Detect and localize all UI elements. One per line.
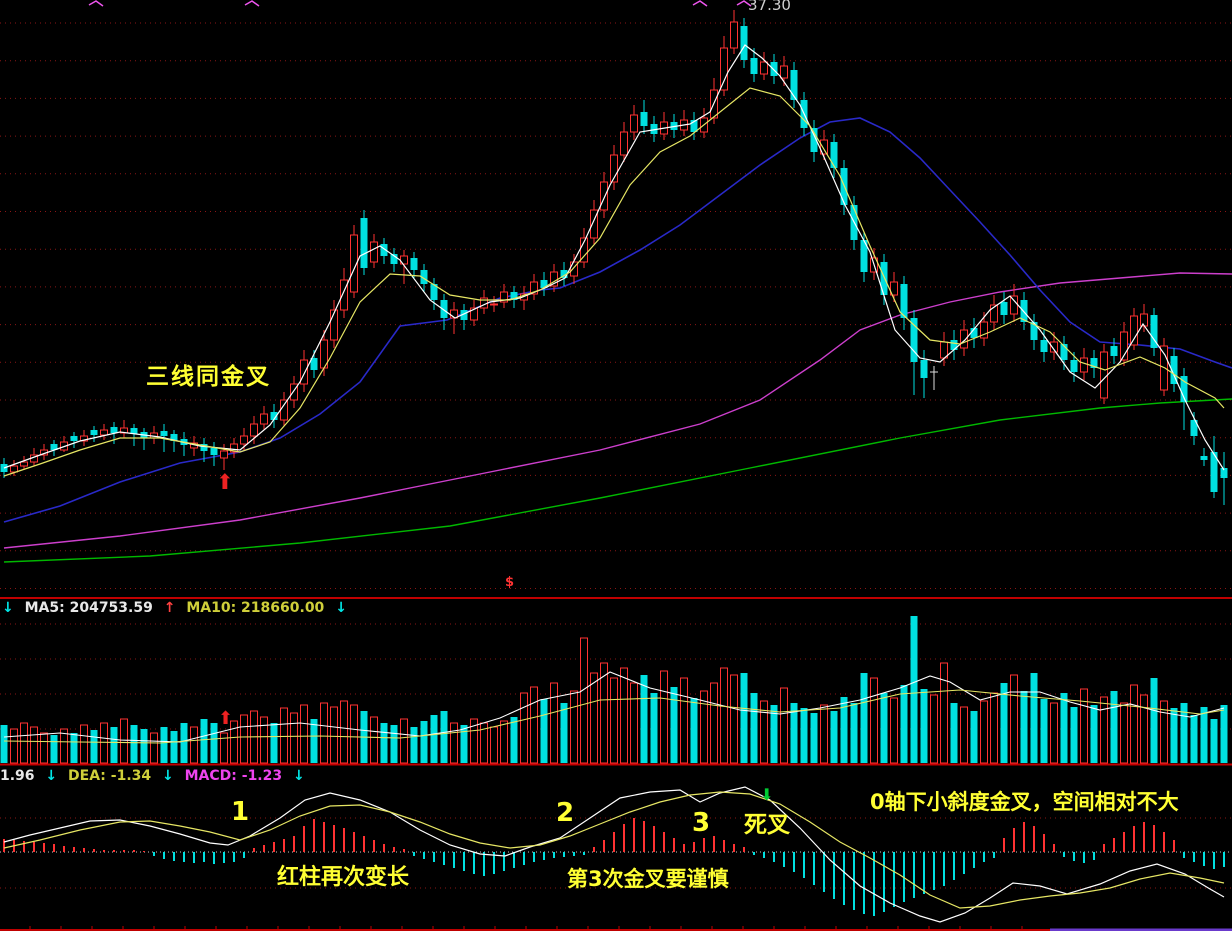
golden-cross-count-2: 2: [556, 800, 574, 826]
macd-header: 1.96 ↓ DEA: -1.34 ↓ MACD: -1.23 ↓: [0, 768, 311, 784]
stock-chart-app: 三线同金叉 37.30 ⬆ $ ↓ MA5: 204753.59 ↑ MA10:…: [0, 0, 1232, 931]
note-zero-axis: 0轴下小斜度金叉，空间相对不大: [870, 792, 1179, 813]
down-arrow-icon: ↓: [162, 768, 174, 784]
golden-cross-count-3: 3: [692, 810, 710, 836]
down-arrow-icon: ↓: [335, 600, 347, 616]
volume-up-arrow-icon: ⬆: [218, 710, 233, 728]
macd-value: MACD: -1.23: [185, 768, 283, 784]
annotation-triple-golden-cross: 三线同金叉: [146, 366, 271, 389]
volume-ma10-label: MA10: 218660.00: [186, 600, 324, 616]
volume-ma5-label: MA5: 204753.59: [25, 600, 153, 616]
buy-up-arrow-icon: ⬆: [216, 472, 234, 493]
dead-cross-down-arrow-icon: ⬇: [760, 787, 773, 803]
down-arrow-icon: ↓: [293, 768, 305, 784]
note-third-cross: 第3次金叉要谨慎: [567, 869, 729, 890]
dif-value: 1.96: [0, 768, 35, 784]
dea-value: DEA: -1.34: [68, 768, 151, 784]
up-arrow-icon: ↑: [164, 600, 176, 616]
down-arrow-icon: ↓: [2, 600, 14, 616]
note-red-bars: 红柱再次变长: [277, 867, 409, 889]
golden-cross-count-1: 1: [231, 799, 249, 825]
volume-header: ↓ MA5: 204753.59 ↑ MA10: 218660.00 ↓: [2, 600, 353, 616]
sell-marker-icon: $: [505, 576, 514, 589]
dead-cross-label: 死叉: [744, 814, 790, 837]
peak-price-label: 37.30: [748, 0, 791, 13]
down-arrow-icon: ↓: [45, 768, 57, 784]
